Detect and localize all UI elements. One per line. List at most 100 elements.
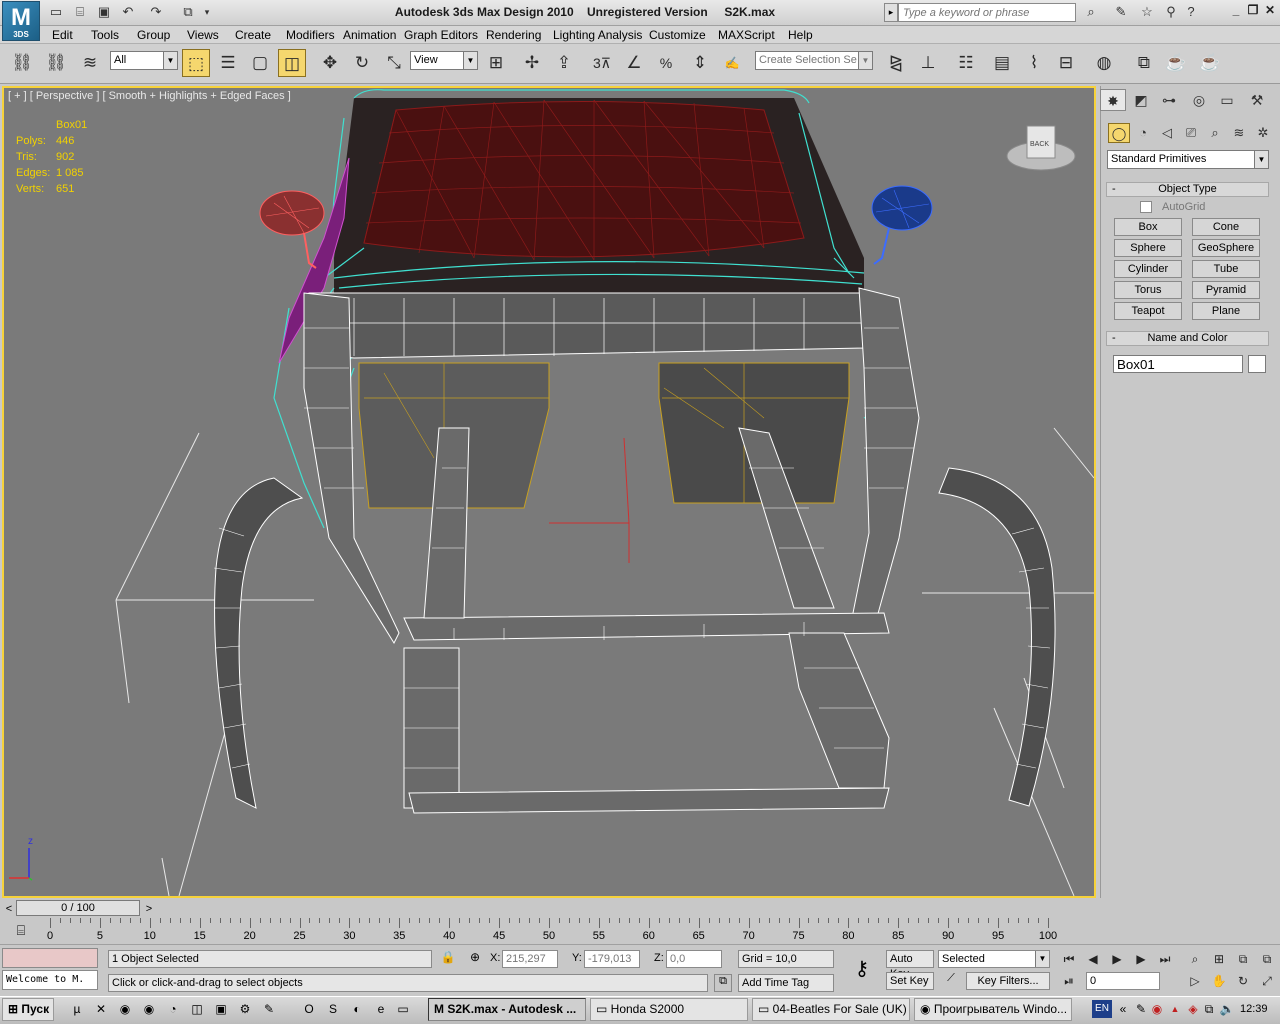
pyramid-button[interactable]: Pyramid — [1192, 281, 1260, 299]
render-production-icon[interactable]: ☕ — [1196, 49, 1224, 77]
undo-icon[interactable]: ↶ — [118, 3, 138, 21]
chevron-left-icon[interactable]: < — [2, 901, 16, 917]
menu-graph-editors[interactable]: Graph Editors — [404, 28, 478, 42]
open-file-icon[interactable]: ⌸ — [70, 3, 90, 21]
select-and-move-icon[interactable]: ✥ — [316, 49, 344, 77]
maxscript-mini-listener-top[interactable] — [2, 948, 98, 968]
quicklaunch-chrome2-icon[interactable]: ◉ — [140, 1000, 158, 1018]
angle-snap-icon[interactable]: ∠ — [620, 49, 648, 77]
orbit-icon[interactable]: ↻ — [1234, 972, 1252, 990]
layer-manager-icon[interactable]: ☷ — [952, 49, 980, 77]
rectangular-selection-icon[interactable]: ▢ — [246, 49, 274, 77]
quicklaunch-desktop-icon[interactable]: ▭ — [394, 1000, 412, 1018]
reference-coordinate-dropdown[interactable]: View ▼ — [410, 51, 478, 70]
sphere-button[interactable]: Sphere — [1114, 239, 1182, 257]
quicklaunch-picture-icon[interactable]: ▣ — [212, 1000, 230, 1018]
x-coord-field[interactable]: 215,297 — [502, 950, 558, 968]
menu-lighting-analysis[interactable]: Lighting Analysis — [553, 28, 642, 42]
create-tab-icon[interactable]: ✸ — [1100, 89, 1126, 111]
search-arrow-icon[interactable]: ▸ — [884, 3, 898, 22]
quicklaunch-skype-icon[interactable]: S — [324, 1000, 342, 1018]
key-mode-toggle-icon[interactable]: ⏯ — [1060, 972, 1078, 990]
field-of-view-icon[interactable]: ▷ — [1186, 972, 1204, 990]
task-3dsmax[interactable]: M S2K.max - Autodesk ... — [428, 998, 586, 1021]
menu-help[interactable]: Help — [788, 28, 813, 42]
close-icon[interactable]: ✕ — [1262, 3, 1278, 19]
quicklaunch-close-icon[interactable]: ✕ — [92, 1000, 110, 1018]
quicklaunch-gear-icon[interactable]: ⚙ — [236, 1000, 254, 1018]
viewport-label[interactable]: [ + ] [ Perspective ] [ Smooth + Highlig… — [8, 90, 291, 102]
previous-frame-icon[interactable]: ◀ — [1084, 950, 1102, 968]
go-to-end-icon[interactable]: ⏭ — [1156, 950, 1174, 968]
object-name-input[interactable] — [1113, 355, 1243, 373]
zoom-extents-icon[interactable]: ⧉ — [1234, 950, 1252, 968]
quicklaunch-chrome-icon[interactable]: ◉ — [116, 1000, 134, 1018]
autogrid-checkbox[interactable] — [1140, 201, 1152, 213]
cameras-icon[interactable]: ⎚ — [1180, 123, 1202, 143]
snaps-toggle-icon[interactable]: 3⊼ — [588, 49, 616, 77]
select-and-manipulate-icon[interactable]: ✢ — [518, 49, 546, 77]
keyboard-shortcut-override-icon[interactable]: ⇪ — [550, 49, 578, 77]
tray-network-icon[interactable]: ⧉ — [1200, 1000, 1218, 1018]
quicklaunch-app-icon[interactable]: ◔ — [164, 1000, 182, 1018]
teapot-button[interactable]: Teapot — [1114, 302, 1182, 320]
auto-key-button[interactable]: Auto Key — [886, 950, 934, 980]
search-input[interactable] — [898, 3, 1076, 22]
language-indicator[interactable]: EN — [1092, 1000, 1112, 1018]
absolute-mode-icon[interactable]: ⊕ — [466, 950, 484, 968]
plane-button[interactable]: Plane — [1192, 302, 1260, 320]
schematic-view-icon[interactable]: ⊟ — [1052, 49, 1080, 77]
quick-access-dropdown-icon[interactable]: ▾ — [200, 3, 214, 21]
communication-center-icon[interactable]: ✎ — [1110, 3, 1132, 21]
modify-tab-icon[interactable]: ◩ — [1128, 89, 1154, 111]
systems-icon[interactable]: ✲ — [1252, 123, 1274, 143]
pivot-center-icon[interactable]: ⊞ — [482, 49, 510, 77]
redo-icon[interactable]: ↷ — [146, 3, 166, 21]
time-slider[interactable]: 0 / 100 — [16, 900, 140, 916]
menu-group[interactable]: Group — [137, 28, 170, 42]
time-tag-icon[interactable]: ⧉ — [714, 974, 732, 992]
quicklaunch-opera-icon[interactable]: O — [300, 1000, 318, 1018]
menu-create[interactable]: Create — [235, 28, 271, 42]
select-and-link-icon[interactable]: ⛓ — [8, 49, 36, 77]
object-color-swatch[interactable] — [1248, 355, 1266, 373]
y-coord-field[interactable]: -179,013 — [584, 950, 640, 968]
bind-space-warp-icon[interactable]: ≋ — [76, 49, 104, 77]
select-and-rotate-icon[interactable]: ↻ — [348, 49, 376, 77]
project-folder-icon[interactable]: ⧉ — [178, 3, 198, 21]
box-button[interactable]: Box — [1114, 218, 1182, 236]
tray-app-icon[interactable]: ◉ — [1148, 1000, 1166, 1018]
quicklaunch-firefox-icon[interactable]: ◐ — [348, 1000, 366, 1018]
helpers-icon[interactable]: ⌕ — [1204, 123, 1226, 143]
geosphere-button[interactable]: GeoSphere — [1192, 239, 1260, 257]
menu-animation[interactable]: Animation — [343, 28, 396, 42]
task-honda-s2000[interactable]: ▭ Honda S2000 — [590, 998, 748, 1021]
name-and-color-rollout-header[interactable]: - Name and Color — [1106, 331, 1269, 346]
help-icon[interactable]: ? — [1180, 3, 1202, 21]
zoom-extents-all-icon[interactable]: ⧉ — [1258, 950, 1276, 968]
current-frame-field[interactable]: 0 — [1086, 972, 1160, 990]
mini-curve-editor-icon[interactable]: ⌸ — [10, 922, 32, 940]
add-time-tag-button[interactable]: Add Time Tag — [738, 974, 834, 992]
menu-edit[interactable]: Edit — [52, 28, 73, 42]
percent-snap-icon[interactable]: % — [652, 49, 680, 77]
go-to-start-icon[interactable]: ⏮ — [1060, 950, 1078, 968]
task-beatles-folder[interactable]: ▭ 04-Beatles For Sale (UK) ... — [752, 998, 910, 1021]
menu-customize[interactable]: Customize — [649, 28, 706, 42]
tray-ati-icon[interactable]: ▲ — [1166, 1000, 1184, 1018]
menu-rendering[interactable]: Rendering — [486, 28, 541, 42]
start-button[interactable]: ⊞ Пуск — [2, 998, 54, 1021]
motion-tab-icon[interactable]: ◎ — [1186, 89, 1212, 111]
select-by-name-icon[interactable]: ☰ — [214, 49, 242, 77]
quicklaunch-torrent-icon[interactable]: µ — [68, 1000, 86, 1018]
app-logo-button[interactable]: M 3DS — [2, 1, 40, 41]
cone-button[interactable]: Cone — [1192, 218, 1260, 236]
shapes-icon[interactable]: ◔ — [1132, 123, 1154, 143]
menu-modifiers[interactable]: Modifiers — [286, 28, 335, 42]
perspective-viewport[interactable] — [2, 86, 1096, 898]
binoculars-icon[interactable]: ⌕ — [1080, 3, 1102, 21]
quicklaunch-folder-icon[interactable]: ◫ — [188, 1000, 206, 1018]
menu-tools[interactable]: Tools — [91, 28, 119, 42]
spinner-snap-icon[interactable]: ⇕ — [686, 49, 714, 77]
set-key-button[interactable]: Set Key — [886, 972, 934, 990]
